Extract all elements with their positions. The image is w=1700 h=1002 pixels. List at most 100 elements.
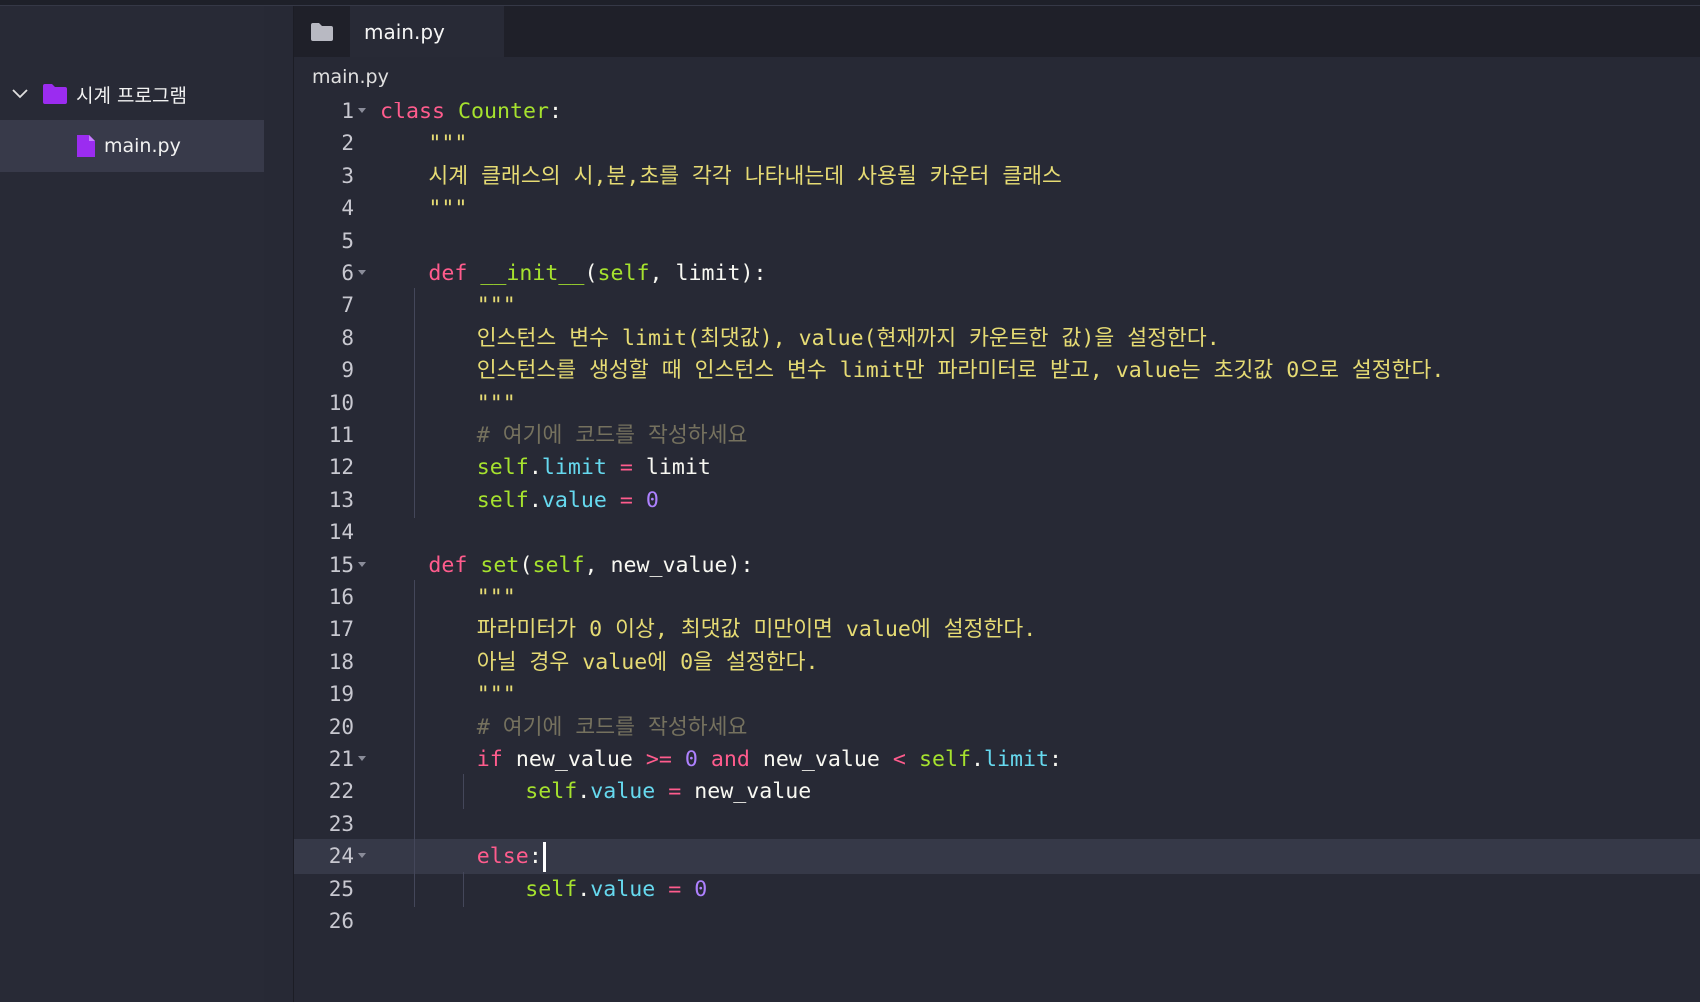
line-number: 9 [341,358,354,383]
code-text: self.value = 0 [525,872,707,907]
line-number: 20 [328,714,354,739]
code-token: limit [541,455,607,481]
code-text: 아닐 경우 value에 0을 설정한다. [477,645,819,680]
code-line[interactable]: 2 """ [294,126,1700,161]
line-number: 26 [328,909,354,933]
indent-guide [414,839,416,875]
tab-main-py[interactable]: main.py [350,6,504,57]
code-token: """ [428,131,468,157]
code-line[interactable]: 12 self.limit = limit [294,450,1700,486]
code-line[interactable]: 14 [294,515,1700,550]
code-text: 파라미터가 0 이상, 최댓값 미만이면 value에 설정한다. [477,612,1036,647]
indent-guide [414,580,416,615]
code-text: # 여기에 코드를 작성하세요 [477,710,748,745]
file-explorer: 시계 프로그램 main.py [0,6,264,1002]
code-line[interactable]: 19 """ [294,677,1700,713]
code-line[interactable]: 11 # 여기에 코드를 작성하세요 [294,418,1700,453]
line-number: 2 [341,131,354,156]
indent-guide [414,677,416,713]
code-token: . [528,487,542,513]
code-token: and [710,747,750,772]
tab-label: main.py [364,19,445,44]
code-token: set [480,552,520,578]
code-token: : [549,102,563,124]
code-line[interactable]: 3 시계 클래스의 시,분,초를 각각 나타내는데 사용될 카운터 클래스 [294,159,1700,194]
code-text: 시계 클래스의 시,분,초를 각각 나타내는데 사용될 카운터 클래스 [428,159,1062,194]
code-line[interactable]: 10 """ [294,385,1700,421]
code-token: """ [476,390,516,416]
indent-guide [414,806,416,842]
code-token: def [428,261,468,286]
code-line[interactable]: 8 인스턴스 변수 limit(최댓값), value(현재까지 카운트한 값)을… [294,320,1700,356]
line-number: 25 [328,876,354,901]
code-text: self.value = new_value [525,774,811,809]
code-line[interactable]: 16 """ [294,580,1700,615]
fold-arrow-icon[interactable] [358,561,366,567]
line-number: 24 [328,844,354,869]
code-token: 0 [694,876,708,902]
explorer-toggle-button[interactable] [294,6,350,57]
code-line[interactable]: 23 [294,806,1700,842]
code-line[interactable]: 9 인스턴스를 생성할 때 인스턴스 변수 limit만 파라미터로 받고, va… [294,353,1700,389]
file-item-main-py[interactable]: main.py [0,120,264,172]
line-number: 7 [341,293,354,318]
code-token: : [528,844,542,870]
code-line[interactable]: 5 [294,224,1700,259]
fold-arrow-icon[interactable] [358,756,366,761]
fold-arrow-icon[interactable] [358,270,366,275]
fold-arrow-icon[interactable] [358,108,366,113]
code-line[interactable]: 18 아닐 경우 value에 0을 설정한다. [294,644,1700,680]
code-line[interactable]: 17 파라미터가 0 이상, 최댓값 미만이면 value에 설정한다. [294,612,1700,648]
code-line[interactable]: 20 # 여기에 코드를 작성하세요 [294,709,1700,745]
code-text: 인스턴스를 생성할 때 인스턴스 변수 limit만 파라미터로 받고, val… [477,353,1445,388]
line-number: 8 [341,325,354,350]
code-text: def set(self, new_value): [428,548,753,583]
indent-guide [462,871,464,907]
line-number: 10 [328,390,354,415]
code-line[interactable]: 22 self.value = new_value [294,774,1700,810]
indent-guide [414,450,416,486]
indent-guide [414,742,416,777]
line-number: 4 [341,196,354,221]
code-token: new_value [681,779,812,805]
code-text: """ [477,677,516,712]
code-token: limit [632,455,711,481]
code-line[interactable]: 6 def __init__(self, limit): [294,256,1700,291]
indent-guide [414,871,416,907]
code-line[interactable]: 25 self.value = 0 [294,871,1700,907]
code-token: , limit): [649,261,767,286]
code-token: >= [645,747,672,772]
code-line[interactable]: 26 [294,904,1700,939]
folder-item[interactable]: 시계 프로그램 [0,74,264,114]
code-token: . [528,455,542,481]
code-line[interactable]: 7 """ [294,288,1700,324]
code-token: Counter [458,102,550,124]
code-token: 파라미터가 0 이상, 최댓값 미만이면 value에 설정한다. [476,617,1037,643]
fold-arrow-icon[interactable] [358,853,366,859]
code-line[interactable]: 4 """ [294,191,1700,226]
code-text: if new_value >= 0 and new_value < self.l… [477,742,1062,777]
indent-guide [414,385,416,421]
code-token: : [1049,747,1063,772]
code-token: = [668,779,682,805]
code-line[interactable]: 24 else: [294,839,1700,875]
code-line[interactable]: 21 if new_value >= 0 and new_value < self… [294,742,1700,777]
indent-guide [414,709,416,745]
code-line[interactable]: 1 class Counter: [294,102,1700,129]
code-token: value [590,876,656,902]
code-token: # 여기에 코드를 작성하세요 [476,423,748,448]
code-token: limit [983,747,1049,772]
code-editor[interactable]: 1 class Counter: 2 """ 3 시계 클래스의 시,분,초를 각각 나타… [294,102,1700,1002]
code-token: new_value [749,747,893,772]
code-line[interactable]: 15 def set(self, new_value): [294,548,1700,583]
code-line[interactable]: 13 self.value = 0 [294,482,1700,518]
folder-label: 시계 프로그램 [76,84,187,107]
code-token: else [476,844,529,870]
chevron-down-icon[interactable] [10,84,30,104]
